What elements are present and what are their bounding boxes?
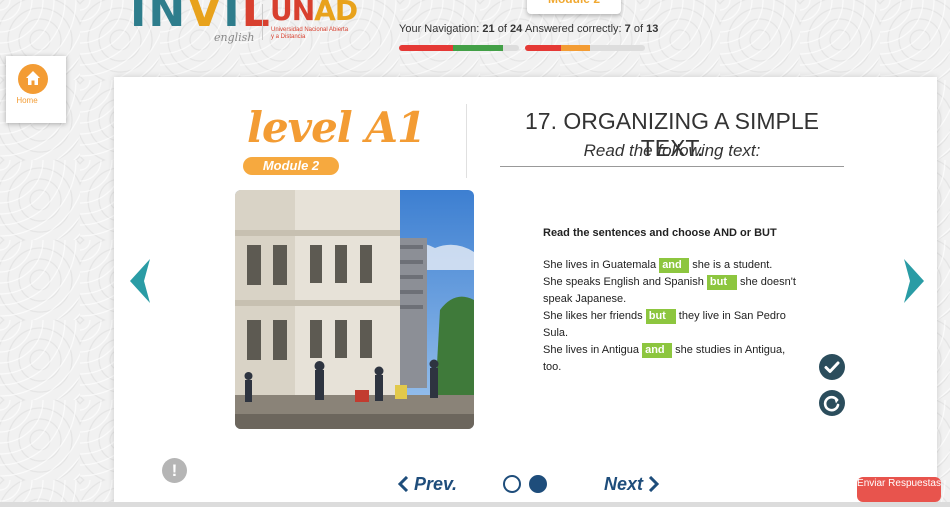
home-icon <box>18 64 48 94</box>
question-subtitle: Read the following text: <box>583 141 761 160</box>
top-bar: INVIL english UNAD Universidad Nacional … <box>0 0 950 56</box>
page-dot-2[interactable] <box>529 475 547 493</box>
answered-of: of <box>633 23 644 35</box>
module-tab[interactable]: Module 2 <box>527 0 621 14</box>
prev-label: Prev. <box>414 474 458 494</box>
home-button[interactable]: Home <box>6 56 66 123</box>
reset-answer-button[interactable] <box>819 390 845 416</box>
city-street-photo <box>235 190 474 429</box>
chevron-right-icon <box>904 259 924 303</box>
sentence-3-before: She likes her friends <box>543 310 643 322</box>
answer-blank-3[interactable]: but <box>645 309 676 324</box>
navigation-stat: Your Navigation: 21 of 24 <box>399 23 522 35</box>
level-title: level A1 <box>247 103 426 152</box>
home-label: Home <box>16 96 38 105</box>
next-label: Next <box>604 474 644 494</box>
next-slide-arrow[interactable] <box>898 257 928 305</box>
sentence-1-before: She lives in Guatemala <box>543 259 657 271</box>
sentence-2-before: She speaks English and Spanish <box>543 276 704 288</box>
answered-stat: Answered correctly: 7 of 13 <box>525 23 658 35</box>
answer-blank-4[interactable]: and <box>642 343 673 358</box>
page-dot-1[interactable] <box>503 475 521 493</box>
navigation-current: 21 <box>482 23 495 35</box>
unad-logo-subtitle: Universidad Nacional Abierta y a Distanc… <box>271 27 349 40</box>
unad-logo: UNAD <box>270 0 358 27</box>
refresh-icon <box>823 395 840 412</box>
title-divider <box>466 104 467 178</box>
logo-divider <box>262 4 263 40</box>
answered-correct: 7 <box>624 23 631 35</box>
answered-total: 13 <box>646 23 659 35</box>
next-button[interactable]: Next <box>604 474 660 495</box>
navigation-progress-bar <box>399 45 519 51</box>
module-badge: Module 2 <box>243 157 339 175</box>
answered-segment-red <box>525 45 561 51</box>
progress-segment-red <box>399 45 453 51</box>
chevron-right-small-icon <box>648 475 660 493</box>
checkmark-icon <box>824 361 840 373</box>
prev-button[interactable]: Prev. <box>397 474 457 495</box>
sentence-passage: She lives in Guatemala and she is a stud… <box>543 257 805 376</box>
chevron-left-icon <box>130 259 150 303</box>
chevron-left-small-icon <box>397 475 409 493</box>
answered-progress-bar <box>525 45 645 51</box>
invil-logo-subtitle: english <box>214 31 255 44</box>
answered-segment-orange <box>561 45 590 51</box>
submit-answers-button[interactable]: Enviar Respuestas <box>857 477 941 502</box>
answer-blank-2[interactable]: but <box>706 275 737 290</box>
navigation-of: of <box>497 23 507 35</box>
answer-blank-1[interactable]: and <box>659 258 690 273</box>
answered-label: Answered correctly: <box>525 23 622 35</box>
navigation-total: 24 <box>509 23 523 35</box>
check-answer-button[interactable] <box>819 354 845 380</box>
previous-slide-arrow[interactable] <box>126 257 156 305</box>
bottom-strip <box>0 502 950 507</box>
sentence-4-before: She lives in Antigua <box>543 344 640 356</box>
report-issue-icon[interactable]: ! <box>162 458 187 483</box>
sentence-1-after: she is a student. <box>692 259 773 271</box>
progress-segment-green <box>453 45 504 51</box>
navigation-label: Your Navigation: <box>399 23 480 35</box>
question-instruction: Read the sentences and choose AND or BUT <box>543 227 777 239</box>
